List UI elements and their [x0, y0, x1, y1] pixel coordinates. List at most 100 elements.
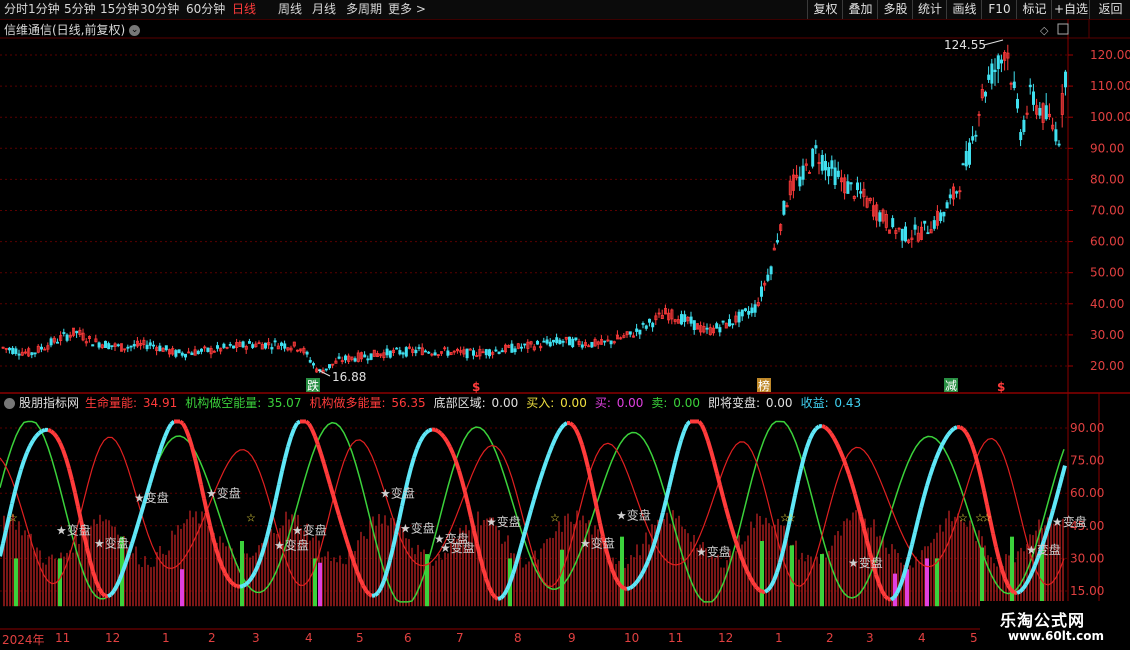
life-energy-segment	[577, 435, 584, 446]
life-energy-segment	[139, 503, 146, 515]
marker-1: $	[472, 380, 480, 394]
panel-icon[interactable]	[1057, 23, 1069, 35]
candle-body	[494, 349, 498, 352]
life-energy-segment	[829, 432, 836, 440]
life-energy-segment	[445, 440, 452, 448]
life-energy-segment	[368, 592, 373, 598]
life-energy-segment	[181, 422, 188, 431]
life-energy-segment	[541, 461, 548, 472]
life-energy-segment	[556, 427, 563, 435]
diamond-icon[interactable]: ◇	[1040, 24, 1049, 37]
indicator-label: 生命量能:	[85, 396, 141, 410]
life-energy-segment	[808, 431, 815, 440]
candle-body	[968, 142, 972, 165]
price-tick-5: 70.00	[1090, 204, 1124, 218]
life-energy-segment	[721, 496, 728, 509]
life-energy-segment	[811, 427, 818, 434]
candle-body	[231, 345, 235, 349]
life-energy-segment	[745, 570, 752, 578]
life-energy-segment	[286, 436, 293, 448]
watermark: 乐淘公式网 www.60lt.com	[980, 601, 1130, 650]
candle-body	[177, 349, 181, 354]
life-energy-segment	[823, 425, 830, 432]
life-energy-segment	[589, 480, 596, 496]
life-energy-segment	[682, 423, 689, 433]
life-energy-segment	[1018, 587, 1025, 594]
candle-body	[353, 358, 357, 362]
indicator-value-2: 机构做多能量: 56.35	[309, 396, 427, 410]
candle-body	[692, 320, 696, 331]
candle-body	[648, 318, 652, 323]
candle-body	[33, 352, 37, 355]
candle-body	[1000, 59, 1004, 64]
candle-body	[590, 341, 594, 348]
life-energy-segment	[919, 495, 926, 509]
life-energy-segment	[106, 592, 113, 599]
life-energy-segment	[412, 448, 419, 459]
life-energy-segment	[793, 481, 800, 496]
candle-body	[279, 342, 283, 346]
life-energy-segment	[124, 552, 131, 563]
life-energy-segment	[508, 573, 515, 584]
candle-body	[190, 352, 194, 356]
candle-body	[497, 351, 501, 354]
life-energy-segment	[319, 453, 326, 465]
life-energy-segment	[76, 505, 83, 521]
life-energy-segment	[484, 577, 491, 588]
life-energy-segment	[97, 587, 104, 595]
life-energy-segment	[928, 466, 935, 477]
candle-body	[228, 344, 232, 346]
date-tick-18: 4	[918, 631, 926, 645]
life-energy-segment	[166, 423, 173, 431]
chart-area[interactable]: 120.00 110.00 100.00 90.00 80.00 70.00 60.00 50…	[0, 0, 1130, 630]
life-energy-segment	[976, 464, 983, 478]
candle-body	[215, 345, 219, 349]
life-energy-segment	[913, 519, 920, 533]
life-energy-segment	[877, 582, 884, 592]
candle-body	[433, 352, 437, 356]
candle-body	[423, 350, 427, 353]
sell-spike	[620, 536, 624, 607]
ind-tick-2: 60.00	[1070, 486, 1104, 500]
low-price-label: 16.88	[332, 370, 366, 384]
candle-body	[414, 349, 418, 354]
candle-body	[961, 163, 965, 166]
indicator-name[interactable]: 股朋指标网	[19, 396, 79, 410]
life-energy-segment	[31, 435, 38, 442]
life-energy-segment	[349, 553, 356, 564]
candle-body	[1064, 71, 1068, 88]
candle-body	[199, 348, 203, 352]
indicator-value-5: 买: 0.00	[595, 396, 646, 410]
life-energy-segment	[835, 443, 842, 452]
indicator-menu-icon[interactable]	[4, 398, 15, 409]
life-energy-segment	[494, 595, 499, 601]
life-energy-segment	[592, 494, 599, 510]
buy-star-icon: ☆	[958, 511, 968, 524]
life-energy-segment	[316, 443, 323, 455]
candle-body	[500, 350, 504, 353]
life-energy-segment	[805, 438, 812, 448]
candle-body	[75, 330, 79, 334]
candle-body	[542, 340, 546, 343]
candle-body	[814, 145, 818, 149]
candle-body	[14, 348, 18, 354]
life-energy-segment	[751, 581, 758, 589]
candle-body	[1044, 105, 1048, 120]
candle-body	[513, 348, 517, 353]
candle-body	[366, 358, 370, 361]
life-energy-segment	[253, 564, 260, 573]
life-energy-segment	[343, 534, 350, 546]
life-energy-segment	[553, 432, 560, 441]
life-energy-segment	[415, 441, 422, 450]
life-energy-segment	[265, 524, 272, 538]
life-energy-segment	[13, 479, 20, 492]
life-energy-segment	[628, 584, 635, 590]
indicator-number: 0.00	[765, 396, 793, 410]
candle-body	[766, 274, 770, 281]
candle-body	[955, 191, 959, 194]
candle-body	[939, 212, 943, 222]
life-energy-segment	[262, 536, 269, 549]
candle-body	[635, 328, 639, 332]
candle-body	[552, 339, 556, 343]
change-signal-6: ★变盘	[380, 486, 415, 501]
